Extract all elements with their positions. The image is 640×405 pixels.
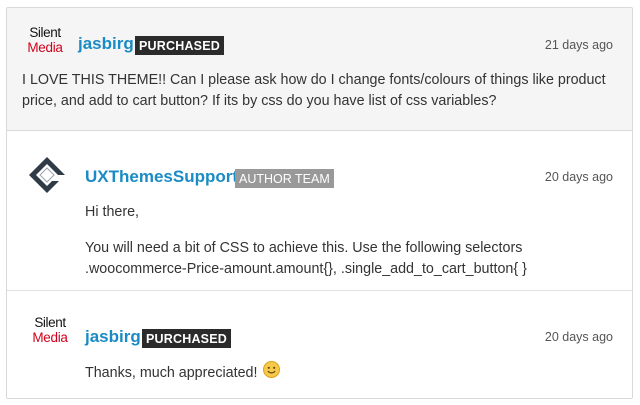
reply-text-content: Thanks, much appreciated!	[85, 365, 258, 381]
avatar-text-line2: Media	[27, 40, 63, 55]
comment-date: 21 days ago	[544, 38, 613, 52]
avatar[interactable]: Silent Media	[20, 25, 70, 71]
avatar[interactable]: Silent Media	[25, 315, 75, 361]
purchased-badge: PURCHASED	[135, 36, 224, 55]
reply-text: Thanks, much appreciated!	[85, 361, 585, 384]
comment-date: 20 days ago	[544, 330, 613, 344]
avatar-text-line2: Media	[32, 330, 68, 345]
username-link[interactable]: jasbirg	[85, 327, 141, 347]
reply-item: UXThemesSupport AUTHOR TEAM 20 days ago …	[7, 132, 632, 291]
purchased-badge: PURCHASED	[142, 329, 231, 348]
avatar-text-line1: Silent	[34, 315, 66, 330]
comment-date: 20 days ago	[544, 170, 613, 184]
reply-item: Silent Media jasbirg PURCHASED 20 days a…	[7, 292, 632, 398]
reply-text: You will need a bit of CSS to achieve th…	[85, 240, 527, 277]
author-team-badge: AUTHOR TEAM	[235, 169, 334, 188]
smiley-emoji-icon	[263, 361, 281, 378]
comment-thread: Silent Media jasbirg PURCHASED 21 days a…	[6, 7, 633, 399]
author-username-link[interactable]: UXThemesSupport	[85, 167, 238, 187]
comment-text: I LOVE THIS THEME!! Can I please ask how…	[22, 72, 606, 109]
ux-themes-logo-icon	[25, 154, 69, 198]
comment-item: Silent Media jasbirg PURCHASED 21 days a…	[7, 8, 632, 131]
reply-greeting: Hi there,	[85, 204, 140, 220]
username-link[interactable]: jasbirg	[78, 34, 134, 54]
avatar-text-line1: Silent	[29, 25, 61, 40]
